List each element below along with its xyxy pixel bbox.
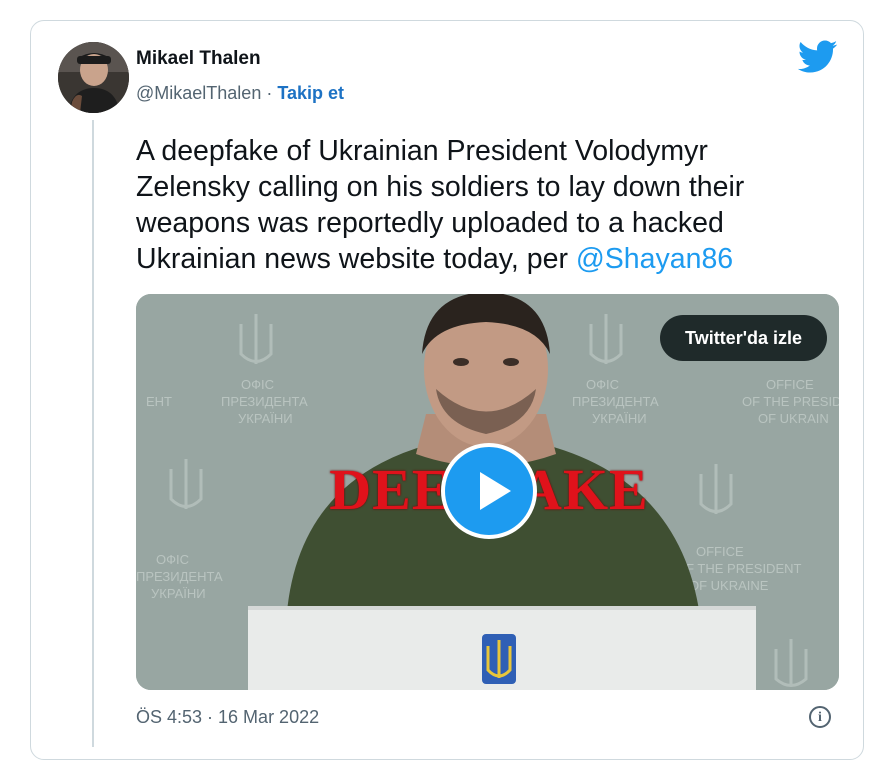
watch-on-twitter-button[interactable]: Twitter'da izle xyxy=(660,315,827,361)
svg-text:ПРЕЗИДЕНТА: ПРЕЗИДЕНТА xyxy=(221,394,308,409)
svg-text:OF UKRAIN: OF UKRAIN xyxy=(758,411,829,426)
play-button[interactable] xyxy=(441,443,537,539)
twitter-bird-icon[interactable] xyxy=(798,40,838,74)
follow-button[interactable]: Takip et xyxy=(277,83,344,103)
info-icon[interactable]: i xyxy=(809,706,831,728)
svg-text:УКРАЇНИ: УКРАЇНИ xyxy=(151,586,206,601)
separator: · xyxy=(261,83,278,103)
svg-text:ПРЕЗИДЕНТА: ПРЕЗИДЕНТА xyxy=(572,394,659,409)
svg-text:OF THE PRESIDE: OF THE PRESIDE xyxy=(742,394,839,409)
thread-line xyxy=(92,120,94,747)
svg-text:ОФІС: ОФІС xyxy=(586,377,619,392)
author-name[interactable]: Mikael Thalen xyxy=(136,48,261,70)
svg-text:OF UKRAINE: OF UKRAINE xyxy=(689,578,769,593)
author-handle[interactable]: @MikaelThalen xyxy=(136,83,261,103)
ukraine-trident-icon xyxy=(482,634,516,684)
video-player[interactable]: ОФІС ПРЕЗИДЕНТА УКРАЇНИ ОФІС ПРЕЗИДЕНТА … xyxy=(136,294,839,690)
svg-text:OF THE PRESIDENT: OF THE PRESIDENT xyxy=(676,561,802,576)
avatar-image xyxy=(58,42,129,113)
mention-link[interactable]: @Shayan86 xyxy=(576,243,733,275)
svg-text:УКРАЇНИ: УКРАЇНИ xyxy=(592,411,647,426)
tweet-timestamp[interactable]: ÖS 4:53 · 16 Mar 2022 xyxy=(136,707,319,728)
avatar[interactable] xyxy=(58,42,129,113)
svg-text:OFFICE: OFFICE xyxy=(766,377,814,392)
svg-text:OFFICE: OFFICE xyxy=(696,544,744,559)
author-handle-row: @MikaelThalen · Takip et xyxy=(136,83,344,104)
svg-text:УКРАЇНИ: УКРАЇНИ xyxy=(238,411,293,426)
svg-text:ОФІС: ОФІС xyxy=(156,552,189,567)
play-icon xyxy=(480,472,511,510)
svg-text:ПРЕЗИДЕНТА: ПРЕЗИДЕНТА xyxy=(136,569,223,584)
svg-text:ОФІС: ОФІС xyxy=(241,377,274,392)
svg-text:ЕНТ: ЕНТ xyxy=(146,394,172,409)
tweet-text: A deepfake of Ukrainian President Volody… xyxy=(136,133,826,277)
